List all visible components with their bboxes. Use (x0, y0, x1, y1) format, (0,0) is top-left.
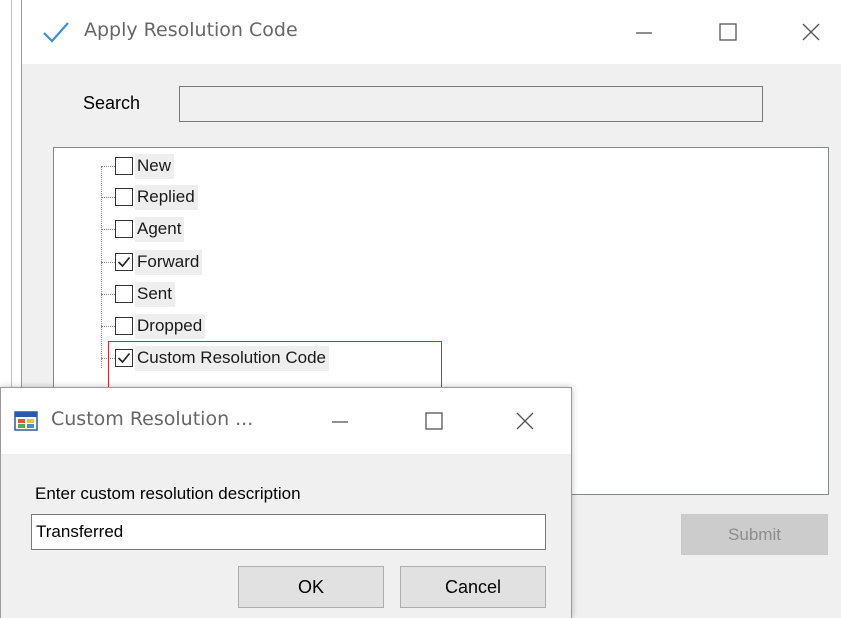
dialog-maximize-button[interactable] (406, 397, 462, 445)
tree-item-label: Replied (135, 184, 198, 210)
custom-resolution-input[interactable] (31, 514, 546, 550)
dialog-minimize-button[interactable] (312, 397, 368, 445)
window-title: Apply Resolution Code (84, 19, 298, 41)
checkbox-new[interactable] (115, 157, 133, 175)
tree-item-new[interactable]: New (101, 151, 175, 181)
dialog-title: Custom Resolution ... (51, 408, 254, 430)
window-titlebar[interactable]: Apply Resolution Code (22, 0, 841, 64)
search-input[interactable] (179, 86, 763, 122)
minimize-icon (332, 421, 348, 423)
maximize-icon (719, 23, 737, 41)
search-label: Search (83, 93, 141, 113)
tree-item-label: Dropped (135, 313, 206, 339)
form-app-icon (14, 411, 38, 431)
minimize-icon (636, 32, 652, 34)
submit-button[interactable]: Submit (681, 514, 828, 555)
tree-item-forward[interactable]: Forward (101, 247, 203, 277)
checkbox-replied[interactable] (115, 188, 133, 206)
dialog-titlebar[interactable]: Custom Resolution ... (1, 388, 571, 454)
checkmark-icon (117, 256, 131, 268)
custom-resolution-dialog: Custom Resolution ... Enter custom resol… (0, 387, 572, 618)
checkbox-sent[interactable] (115, 285, 133, 303)
dialog-close-button[interactable] (497, 397, 553, 445)
tree-item-agent[interactable]: Agent (101, 214, 185, 244)
checkmark-icon (43, 22, 69, 43)
close-icon (516, 412, 534, 430)
tree-item-dropped[interactable]: Dropped (101, 311, 206, 341)
tree-item-label: Agent (135, 216, 185, 242)
tree-item-label: New (135, 153, 175, 179)
tree-item-label: Sent (135, 281, 175, 307)
highlight-annotation (108, 341, 442, 388)
maximize-icon (425, 412, 443, 430)
close-icon (802, 23, 820, 41)
maximize-button[interactable] (698, 8, 758, 56)
checkbox-dropped[interactable] (115, 317, 133, 335)
minimize-button[interactable] (614, 8, 674, 56)
checkbox-forward[interactable] (115, 253, 133, 271)
ok-button[interactable]: OK (238, 566, 384, 608)
close-button[interactable] (781, 8, 841, 56)
checkbox-agent[interactable] (115, 220, 133, 238)
dialog-prompt: Enter custom resolution description (35, 484, 301, 503)
cancel-button[interactable]: Cancel (400, 566, 546, 608)
tree-item-replied[interactable]: Replied (101, 182, 198, 212)
tree-item-label: Forward (135, 249, 203, 275)
tree-item-sent[interactable]: Sent (101, 279, 175, 309)
